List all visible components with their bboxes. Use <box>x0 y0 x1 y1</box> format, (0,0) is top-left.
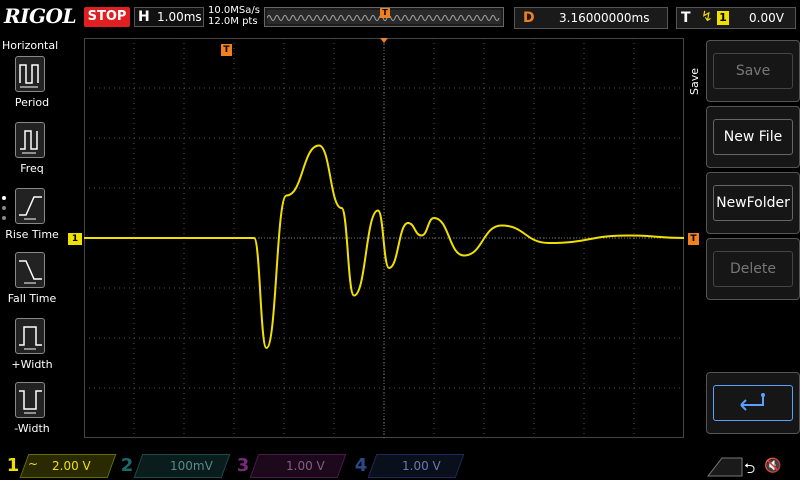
memory-depth: 12.0M pts <box>208 16 258 27</box>
run-stop-indicator[interactable]: STOP <box>84 7 130 27</box>
ch4-number: 4 <box>354 455 368 476</box>
save-menu: Save Save New File NewFolder Delete <box>686 38 800 438</box>
save-menu-title: Save <box>688 68 701 96</box>
ch4-scale: 1.00 V <box>402 459 441 473</box>
ch1-coupling: ~ <box>28 457 39 471</box>
ch2-scale: 100mV <box>170 459 213 473</box>
period-icon <box>15 56 45 92</box>
sample-info: 10.0MSa/s 12.0M pts <box>208 5 260 27</box>
ch4-tab[interactable]: 4 1.00 V <box>350 454 465 478</box>
measure-pos-width[interactable]: +Width <box>2 318 60 378</box>
delay-box[interactable]: D 3.16000000ms <box>514 7 668 29</box>
sample-rate: 10.0MSa/s <box>208 5 260 16</box>
save-button-label: Save <box>713 53 793 89</box>
trigger-source: 1 <box>717 11 729 25</box>
trigger-level: 0.00V <box>749 11 784 25</box>
delete-button[interactable]: Delete <box>706 238 800 300</box>
rise-time-icon <box>15 188 45 224</box>
trigger-label: T <box>681 10 691 26</box>
measure-label: Freq <box>20 162 44 175</box>
trigger-center-caret <box>380 38 388 43</box>
measure-label: Fall Time <box>7 292 57 305</box>
speaker-muted-icon[interactable]: 🔇 <box>764 458 781 474</box>
usb-icon: ⮌ <box>744 461 756 477</box>
measure-menu: Horizontal Period Freq Rise Time Fall Ti… <box>0 36 60 448</box>
measure-freq[interactable]: Freq <box>2 122 60 182</box>
memory-trigger-marker: T <box>380 8 390 18</box>
waveform-graticule <box>84 38 684 438</box>
delay-label: D <box>523 10 535 26</box>
ch2-number: 2 <box>120 455 134 476</box>
new-file-button[interactable]: New File <box>706 106 800 168</box>
menu-collapse-icon[interactable] <box>706 454 744 478</box>
ch3-tab[interactable]: 3 1.00 V <box>232 454 347 478</box>
trigger-position-marker[interactable]: T <box>221 44 232 56</box>
pos-width-icon <box>15 318 45 354</box>
measure-label: Rise Time <box>5 228 59 241</box>
ch2-tab[interactable]: 2 100mV <box>116 454 231 478</box>
measure-rise-time[interactable]: Rise Time <box>2 188 60 248</box>
measure-menu-title: Horizontal <box>2 39 59 52</box>
ch1-offset-marker[interactable]: 1 <box>68 233 82 245</box>
measure-fall-time[interactable]: Fall Time <box>2 252 60 312</box>
ch3-scale: 1.00 V <box>286 459 325 473</box>
ch3-number: 3 <box>236 455 250 476</box>
save-button[interactable]: Save <box>706 40 800 102</box>
status-bar: RIGOL STOP H 1.00ms 10.0MSa/s 12.0M pts … <box>0 0 800 34</box>
horizontal-timebase[interactable]: H 1.00ms <box>134 7 204 27</box>
timebase-value: 1.00ms <box>157 10 202 24</box>
channel-bar: 1 ~ 2.00 V 2 100mV 3 1.00 V 4 1.00 V ⮌ 🔇 <box>0 452 800 480</box>
ch1-scale: 2.00 V <box>52 459 91 473</box>
brand-logo: RIGOL <box>4 4 77 28</box>
new-file-label: New File <box>713 119 793 155</box>
delete-label: Delete <box>713 251 793 287</box>
rising-edge-icon: ↯ <box>701 9 713 25</box>
delay-value: 3.16000000ms <box>559 11 650 25</box>
horizontal-label: H <box>138 9 150 25</box>
measure-period[interactable]: Period <box>2 56 60 116</box>
fall-time-icon <box>15 252 45 288</box>
ch1-tab[interactable]: 1 ~ 2.00 V <box>2 454 117 478</box>
memory-position-strip: T <box>264 7 504 27</box>
measure-neg-width[interactable]: -Width <box>2 382 60 442</box>
freq-icon <box>15 122 45 158</box>
measure-label: +Width <box>11 358 53 371</box>
new-folder-label: NewFolder <box>713 185 793 221</box>
trigger-box[interactable]: T ↯ 1 0.00V <box>676 7 796 29</box>
neg-width-icon <box>15 382 45 418</box>
ch1-number: 1 <box>6 455 20 476</box>
return-button[interactable] <box>706 372 800 434</box>
return-icon <box>713 385 793 421</box>
measure-label: -Width <box>14 422 50 435</box>
new-folder-button[interactable]: NewFolder <box>706 172 800 234</box>
measure-label: Period <box>14 96 50 109</box>
